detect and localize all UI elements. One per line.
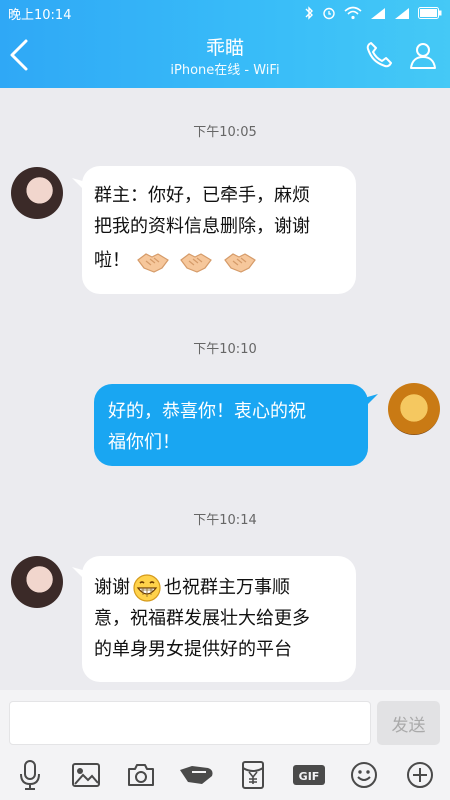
camera-icon[interactable] — [121, 755, 161, 795]
message-line: 的单身男女提供好的平台 — [94, 639, 292, 660]
avatar[interactable] — [388, 383, 440, 435]
handshake-icon — [180, 253, 213, 273]
mic-icon[interactable] — [10, 755, 50, 795]
phone-icon[interactable] — [364, 40, 394, 70]
nav-row: 乖瞄 iPhone在线 - WiFi — [0, 26, 450, 88]
chat-header: 晚上10:14 乖瞄 iPhone在线 - WiFi — [0, 0, 450, 88]
signal-icon — [395, 7, 409, 19]
message-line: 福你们！ — [108, 432, 180, 453]
message-bubble[interactable]: 谢谢 也祝群主万事顺 意，祝福群发展壮大给更多 的单身男女提供好的平台 — [82, 556, 356, 682]
message-line: 谢谢 也祝群主万事顺 — [94, 572, 344, 603]
status-icons — [304, 6, 442, 20]
hongbao-icon[interactable] — [177, 755, 217, 795]
status-bar: 晚上10:14 — [0, 0, 450, 26]
message-line: 意，祝福群发展壮大给更多 — [94, 608, 310, 629]
handshake-icon — [224, 253, 257, 273]
alarm-icon — [323, 7, 335, 20]
avatar[interactable] — [11, 167, 63, 219]
handshake-icon — [136, 253, 169, 273]
plus-icon[interactable] — [400, 755, 440, 795]
timestamp: 下午10:10 — [193, 342, 257, 357]
gif-icon[interactable]: GIF — [289, 755, 329, 795]
timestamp: 下午10:14 — [193, 513, 257, 528]
emoji-icon[interactable] — [344, 755, 384, 795]
status-time: 晚上10:14 — [8, 7, 72, 23]
message-line: 把我的资料信息删除，谢谢 — [94, 216, 310, 237]
image-icon[interactable] — [66, 755, 106, 795]
timestamp: 下午10:05 — [193, 125, 257, 140]
send-button[interactable]: 发送 — [377, 701, 440, 745]
message-bubble[interactable]: 群主：你好，已牵手，麻烦 把我的资料信息删除，谢谢 啦！ — [82, 166, 356, 294]
avatar[interactable] — [11, 556, 63, 608]
message-line: 好的，恭喜你！衷心的祝 — [108, 401, 306, 422]
bottom-toolbar: GIF — [0, 750, 450, 800]
battery-icon — [418, 7, 442, 19]
message-line: 群主：你好，已牵手，麻烦 — [94, 185, 310, 206]
message-line: 啦！ — [94, 245, 344, 276]
message-text: 谢谢 — [94, 577, 130, 598]
signal-icon — [371, 7, 385, 19]
wifi-icon — [344, 6, 362, 20]
svg-text:GIF: GIF — [298, 770, 319, 783]
profile-icon[interactable] — [408, 40, 438, 70]
red-packet-yuan-icon[interactable] — [233, 755, 273, 795]
message-bubble[interactable]: 好的，恭喜你！衷心的祝 福你们！ — [94, 384, 368, 466]
message-input[interactable] — [9, 701, 371, 745]
grin-icon — [133, 574, 161, 602]
bluetooth-icon — [305, 6, 313, 20]
message-text: 也祝群主万事顺 — [164, 577, 290, 598]
message-text: 啦！ — [94, 250, 130, 271]
